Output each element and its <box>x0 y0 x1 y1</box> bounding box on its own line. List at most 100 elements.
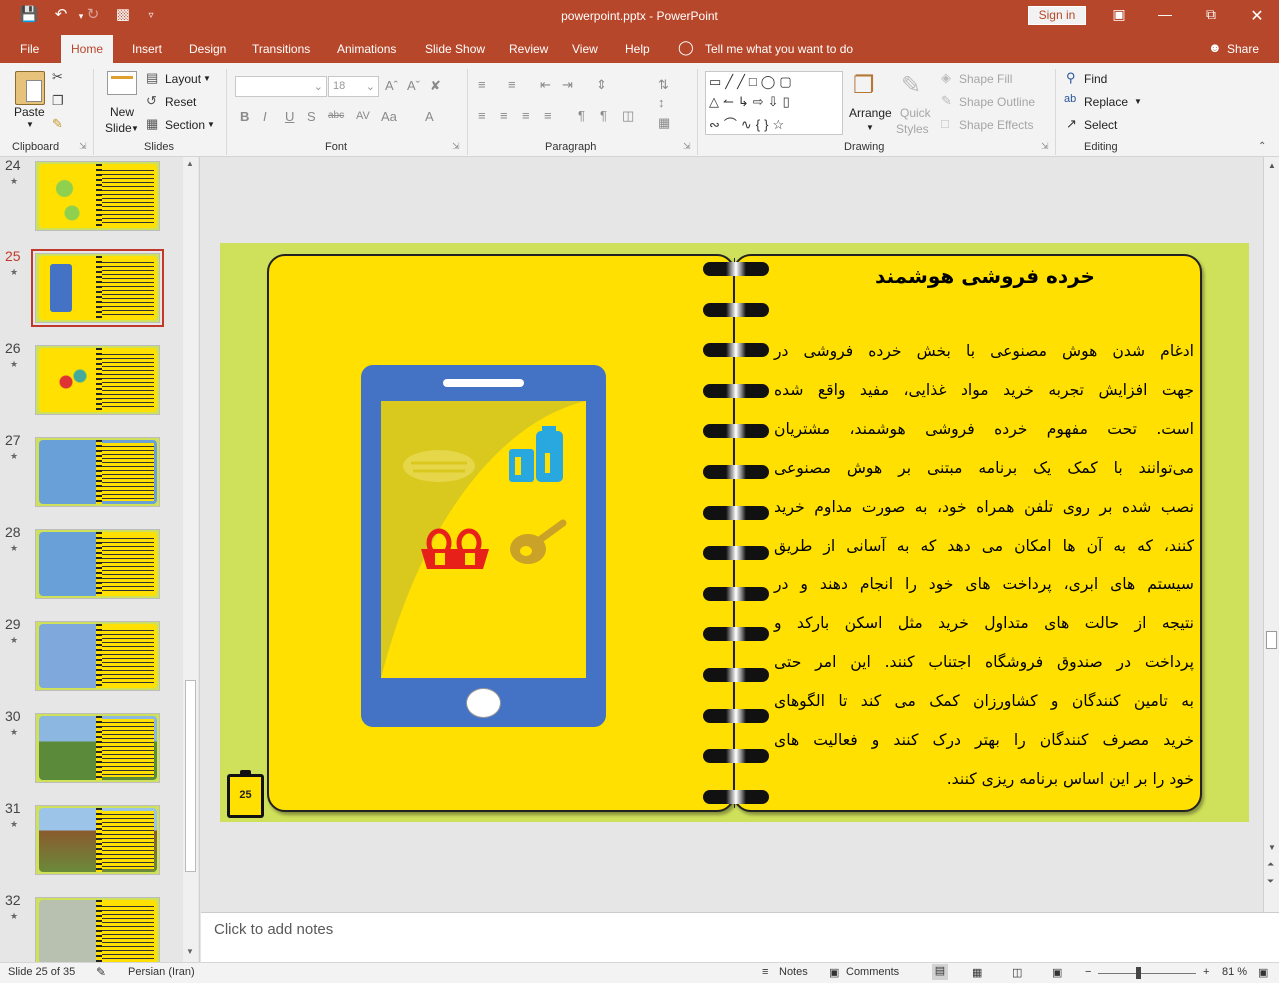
select-button[interactable]: Select <box>1084 118 1117 132</box>
spell-check-icon[interactable]: ✎ <box>96 965 106 979</box>
tell-me-search[interactable]: Tell me what you want to do <box>705 42 853 56</box>
tab-help[interactable]: Help <box>625 42 650 56</box>
zoom-slider[interactable] <box>1098 973 1196 974</box>
tab-insert[interactable]: Insert <box>132 42 162 56</box>
thumbnail-scrollbar[interactable]: ▲ ▼ <box>183 157 198 962</box>
zoom-in-icon[interactable]: + <box>1203 966 1209 978</box>
paste-dropdown-icon[interactable]: ▼ <box>26 120 34 129</box>
tab-animations[interactable]: Animations <box>337 42 396 56</box>
zoom-slider-thumb[interactable] <box>1136 967 1141 979</box>
layout-button[interactable]: Layout <box>165 72 201 86</box>
comments-icon[interactable]: ▣ <box>829 966 839 979</box>
notes-placeholder[interactable]: Click to add notes <box>214 921 333 938</box>
find-button[interactable]: Find <box>1084 72 1107 86</box>
new-slide-icon[interactable] <box>107 71 137 95</box>
sign-in-button[interactable]: Sign in <box>1028 6 1086 25</box>
canvas-scroll-thumb[interactable] <box>1266 631 1277 649</box>
slide-thumbnail-26[interactable] <box>35 345 160 415</box>
slide-show-view-icon[interactable]: ▣ <box>1052 966 1062 979</box>
section-icon[interactable]: ▦ <box>146 116 158 132</box>
new-slide-dropdown-icon[interactable]: ▼ <box>131 124 139 133</box>
select-icon[interactable]: ↗ <box>1066 116 1077 132</box>
fit-to-window-icon[interactable]: ▣ <box>1258 966 1268 979</box>
shapes-gallery[interactable]: ▭╱╱□◯▢ △↼↳⇨⇩▯ ∾⌒∿{}☆ <box>705 71 843 135</box>
font-size-combo[interactable]: 18 ⌄ <box>328 76 379 97</box>
share-button[interactable]: Share <box>1227 42 1259 56</box>
notes-toggle-icon[interactable]: ≡ <box>762 966 768 978</box>
slide-title[interactable]: خرده فروشی هوشمند <box>780 264 1190 288</box>
clipboard-launcher-icon[interactable]: ⇲ <box>79 141 87 152</box>
section-dropdown-icon[interactable]: ▼ <box>207 120 215 129</box>
slide-thumbnail-32[interactable] <box>35 897 160 962</box>
canvas-scrollbar[interactable]: ▲ ▼ ⏶ ⏷ <box>1263 157 1279 912</box>
tab-home[interactable]: Home <box>61 35 114 63</box>
layout-icon[interactable]: ▤ <box>146 70 158 86</box>
slide-thumbnail-27[interactable] <box>35 437 160 507</box>
slide-body-text[interactable]: ادغام شدن هوش مصنوعی با بخش خرده فروشی د… <box>774 332 1194 799</box>
replace-dropdown-icon[interactable]: ▼ <box>1134 97 1142 106</box>
restore-icon[interactable]: ⧉ <box>1196 6 1226 23</box>
section-button[interactable]: Section <box>165 118 205 132</box>
font-launcher-icon[interactable]: ⇲ <box>452 141 460 152</box>
reading-view-icon[interactable]: ◫ <box>1012 966 1022 979</box>
replace-button[interactable]: Replace <box>1084 95 1128 109</box>
shape-row-1[interactable]: ▭╱╱□◯▢ <box>709 74 796 90</box>
font-size-dropdown-icon[interactable]: ⌄ <box>366 80 375 93</box>
font-family-combo[interactable]: ⌄ <box>235 76 327 97</box>
slide-sorter-icon[interactable]: ▦ <box>972 966 982 979</box>
scroll-down-icon[interactable]: ▼ <box>1268 843 1276 852</box>
shape-row-2[interactable]: △↼↳⇨⇩▯ <box>709 94 794 110</box>
thumbnail-scroll-thumb[interactable] <box>185 680 196 872</box>
reset-button[interactable]: Reset <box>165 95 196 109</box>
scroll-down-icon[interactable]: ▼ <box>186 947 194 956</box>
slide-thumbnail-25[interactable] <box>31 249 164 327</box>
font-family-dropdown-icon[interactable]: ⌄ <box>314 80 323 93</box>
drawing-launcher-icon[interactable]: ⇲ <box>1041 141 1049 152</box>
arrange-button[interactable]: Arrange <box>849 106 892 120</box>
find-icon[interactable]: ⚲ <box>1066 70 1076 86</box>
new-slide-button-line1[interactable]: New <box>110 105 134 119</box>
layout-dropdown-icon[interactable]: ▼ <box>203 74 211 83</box>
ribbon-display-options-icon[interactable]: ▣ <box>1104 6 1134 23</box>
paste-button[interactable]: Paste <box>14 105 45 119</box>
arrange-icon[interactable]: ❐ <box>853 71 875 100</box>
zoom-level[interactable]: 81 % <box>1222 966 1247 978</box>
zoom-out-icon[interactable]: − <box>1085 966 1091 978</box>
slides-group-label: Slides <box>144 141 174 153</box>
copy-icon[interactable]: ❐ <box>52 93 64 109</box>
collapse-ribbon-icon[interactable]: ⌃ <box>1258 141 1266 152</box>
reset-icon[interactable]: ↺ <box>146 93 157 109</box>
tab-review[interactable]: Review <box>509 42 548 56</box>
slide-thumbnail-31[interactable] <box>35 805 160 875</box>
slide-thumbnail-28[interactable] <box>35 529 160 599</box>
paste-icon[interactable] <box>15 71 45 105</box>
cut-icon[interactable]: ✂ <box>52 69 63 85</box>
tab-view[interactable]: View <box>572 42 598 56</box>
next-slide-icon[interactable]: ⏷ <box>1267 876 1274 887</box>
slide-thumbnail-30[interactable] <box>35 713 160 783</box>
replace-icon[interactable]: ab <box>1064 93 1076 105</box>
scroll-up-icon[interactable]: ▲ <box>1268 161 1276 170</box>
arrange-dropdown-icon[interactable]: ▼ <box>866 123 874 132</box>
quick-styles-icon: ✎ <box>901 72 922 99</box>
notes-pane[interactable]: Click to add notes <box>201 912 1279 962</box>
close-icon[interactable]: ✕ <box>1242 6 1272 26</box>
slide-thumbnail-24[interactable] <box>35 161 160 231</box>
tab-transitions[interactable]: Transitions <box>252 42 310 56</box>
scroll-up-icon[interactable]: ▲ <box>186 159 194 168</box>
minimize-icon[interactable]: — <box>1150 6 1180 22</box>
tab-slide-show[interactable]: Slide Show <box>425 42 485 56</box>
format-painter-icon[interactable]: ✎ <box>52 116 63 132</box>
tab-file[interactable]: File <box>20 42 39 56</box>
notes-toggle-button[interactable]: Notes <box>779 966 808 978</box>
tab-design[interactable]: Design <box>189 42 226 56</box>
paragraph-launcher-icon[interactable]: ⇲ <box>683 141 691 152</box>
slide-thumbnail-29[interactable] <box>35 621 160 691</box>
new-slide-button-line2[interactable]: Slide <box>105 121 132 135</box>
shape-row-3[interactable]: ∾⌒∿{}☆ <box>709 114 788 133</box>
previous-slide-icon[interactable]: ⏶ <box>1267 859 1274 870</box>
shape-outline-button: Shape Outline <box>959 95 1036 109</box>
comments-button[interactable]: Comments <box>846 966 899 978</box>
language-indicator[interactable]: Persian (Iran) <box>128 966 195 978</box>
normal-view-icon[interactable]: ▤ <box>932 964 948 980</box>
